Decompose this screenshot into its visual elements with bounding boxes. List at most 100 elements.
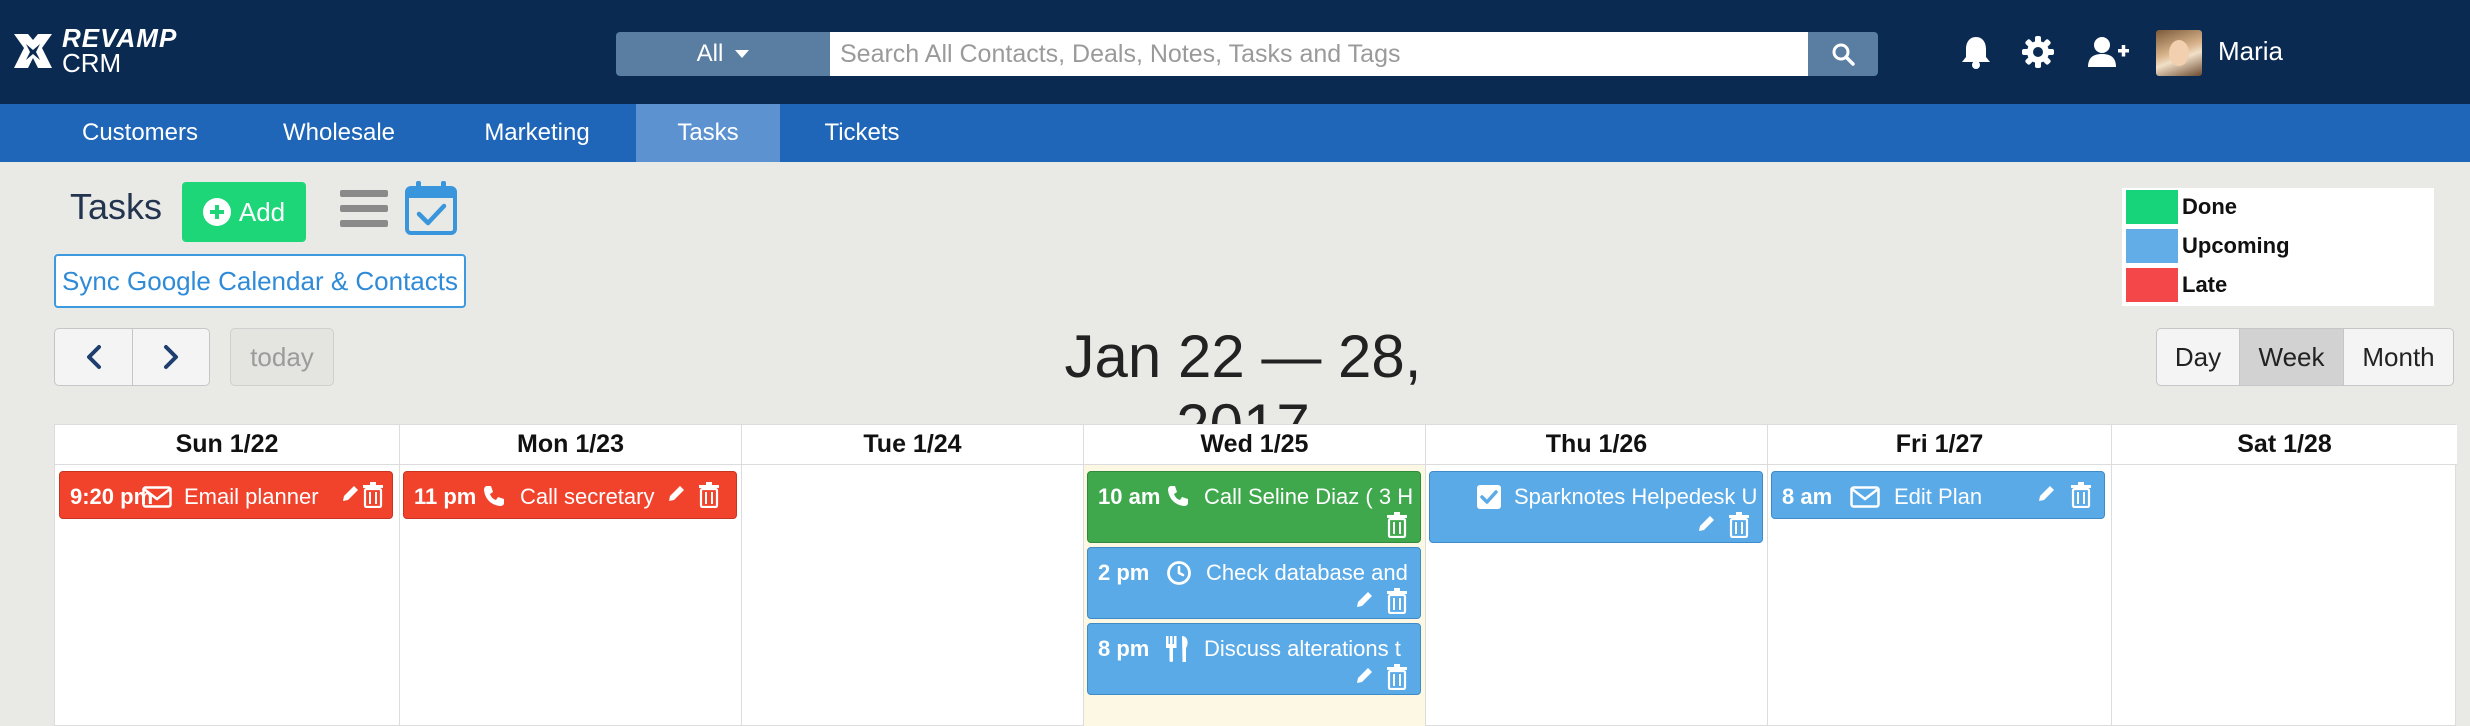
pencil-icon[interactable] [1696, 514, 1716, 534]
nav-tasks[interactable]: Tasks [636, 104, 780, 162]
event-time: 8 pm [1098, 636, 1150, 661]
event-time: 11 pm [414, 484, 477, 509]
trash-icon[interactable] [1386, 512, 1408, 538]
nav-wholesale[interactable]: Wholesale [256, 104, 422, 162]
event-title: Call Seline Diaz ( 3 H [1204, 484, 1414, 509]
gear-icon [2022, 36, 2054, 68]
main-nav: Customers Wholesale Marketing Tasks Tick… [0, 104, 2470, 162]
chevron-left-icon [86, 345, 101, 369]
app-logo[interactable]: REVAMP CRM [10, 24, 177, 78]
checkbox-icon [1477, 485, 1501, 509]
trash-icon[interactable] [1728, 512, 1750, 538]
trash-icon[interactable] [1386, 588, 1408, 614]
day-header: Sat 1/28 [2112, 425, 2457, 465]
day-header: Sun 1/22 [55, 425, 399, 465]
add-user-button[interactable] [2086, 30, 2130, 74]
calendar-event[interactable]: 11 pm Call secretary [403, 471, 737, 519]
legend-swatch [2126, 190, 2178, 224]
add-button-label: Add [238, 196, 286, 227]
user-name[interactable]: Maria [2218, 36, 2283, 67]
event-time: 8 am [1782, 484, 1833, 509]
settings-button[interactable] [2016, 30, 2060, 74]
pencil-icon[interactable] [1354, 666, 1374, 686]
caret-down-icon [735, 50, 750, 58]
week-nav [54, 328, 210, 386]
pencil-icon[interactable] [2036, 484, 2056, 504]
event-time: 2 pm [1098, 560, 1150, 585]
logo-text-bottom: CRM [62, 48, 122, 78]
clock-icon [1167, 561, 1191, 585]
pencil-icon[interactable] [340, 484, 360, 504]
utensils-icon [1166, 636, 1188, 662]
view-day-button[interactable]: Day [2157, 329, 2239, 385]
status-legend: Done Upcoming Late [2122, 188, 2434, 306]
view-switcher: Day Week Month [2156, 328, 2454, 386]
day-header: Mon 1/23 [400, 425, 741, 465]
pencil-icon[interactable] [666, 484, 686, 504]
calendar-event[interactable]: 2 pm Check database and [1087, 547, 1421, 619]
calendar-event[interactable]: 10 am Call Seline Diaz ( 3 H [1087, 471, 1421, 543]
trash-icon[interactable] [1386, 664, 1408, 690]
event-title: Email planner [184, 484, 319, 509]
legend-swatch [2126, 268, 2178, 302]
legend-label: Upcoming [2182, 233, 2290, 258]
view-week-button[interactable]: Week [2239, 329, 2343, 385]
list-icon [340, 190, 388, 227]
plus-circle-icon [202, 198, 231, 226]
day-header: Wed 1/25 [1084, 425, 1425, 465]
top-bar: REVAMP CRM All Search All Contacts, Deal… [0, 0, 2470, 104]
day-header: Thu 1/26 [1426, 425, 1767, 465]
legend-item-late: Late [2126, 268, 2227, 302]
trash-icon[interactable] [2070, 482, 2092, 508]
add-task-button[interactable]: Add [182, 182, 306, 242]
avatar[interactable] [2156, 30, 2202, 76]
legend-item-done: Done [2126, 190, 2237, 224]
list-view-button[interactable] [340, 188, 388, 230]
envelope-icon [1850, 486, 1880, 508]
trash-icon[interactable] [698, 482, 720, 508]
pencil-icon[interactable] [1354, 590, 1374, 610]
view-month-button[interactable]: Month [2343, 329, 2453, 385]
search-scope-label: All [696, 40, 724, 67]
notifications-button[interactable] [1954, 30, 1998, 74]
legend-swatch [2126, 229, 2178, 263]
today-button[interactable]: today [230, 328, 334, 386]
week-calendar: Sun 1/22 Mon 1/23 Tue 1/24 Wed 1/25 Thu … [54, 424, 2457, 726]
calendar-check-icon [405, 181, 457, 235]
sync-google-button[interactable]: Sync Google Calendar & Contacts [54, 254, 466, 308]
next-week-button[interactable] [132, 329, 209, 385]
legend-label: Late [2182, 272, 2228, 297]
envelope-icon [142, 486, 172, 508]
event-title: Check database and [1206, 560, 1408, 585]
nav-marketing[interactable]: Marketing [452, 104, 622, 162]
logo-mark-icon [14, 34, 52, 68]
add-user-icon [2088, 37, 2129, 67]
calendar-event[interactable]: Sparknotes Helpedesk U [1429, 471, 1763, 543]
day-header: Fri 1/27 [1768, 425, 2111, 465]
phone-icon [1168, 486, 1188, 506]
event-title: Discuss alterations t [1204, 636, 1401, 661]
calendar-view-button[interactable] [404, 180, 458, 236]
nav-tickets[interactable]: Tickets [796, 104, 928, 162]
phone-icon [484, 486, 504, 506]
search-icon [1832, 43, 1855, 66]
legend-item-upcoming: Upcoming [2126, 229, 2290, 263]
page-title: Tasks [70, 186, 163, 227]
nav-customers[interactable]: Customers [54, 104, 226, 162]
event-time: 10 am [1098, 484, 1161, 509]
event-title: Sparknotes Helpedesk U [1514, 484, 1758, 509]
day-column-tue: Tue 1/24 [741, 425, 1083, 726]
search-scope-dropdown[interactable]: All [616, 32, 830, 76]
search-input[interactable] [830, 32, 1808, 76]
bell-icon [1962, 37, 1990, 69]
chevron-right-icon [164, 345, 178, 369]
calendar-event[interactable]: 8 am Edit Plan [1771, 471, 2105, 519]
legend-label: Done [2182, 194, 2237, 219]
search-button[interactable] [1808, 32, 1878, 76]
event-time: 9:20 pm [70, 484, 154, 509]
trash-icon[interactable] [362, 482, 384, 508]
calendar-event[interactable]: 9:20 pm Email planner [59, 471, 393, 519]
prev-week-button[interactable] [55, 329, 132, 385]
event-title: Edit Plan [1894, 484, 1983, 509]
calendar-event[interactable]: 8 pm Discuss alterations t [1087, 623, 1421, 695]
